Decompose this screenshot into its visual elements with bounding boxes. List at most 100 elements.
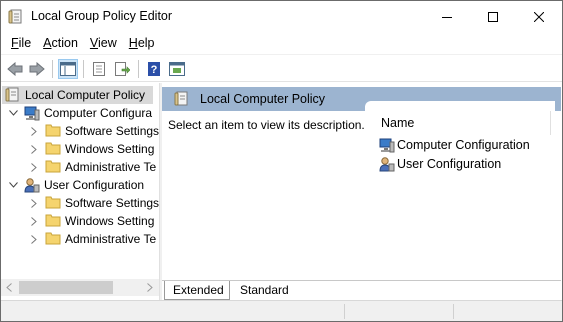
tree-item-computer-windows-settings[interactable]: Windows Setting [29, 140, 154, 158]
policy-document-icon [174, 91, 190, 107]
tree-item-computer-configuration[interactable]: Computer Configura [8, 104, 152, 122]
properties-button[interactable] [89, 59, 109, 79]
minimize-button[interactable] [424, 1, 470, 32]
tree-item-label: Computer Configura [44, 106, 153, 120]
chevron-right-icon[interactable] [29, 126, 39, 136]
folder-icon [45, 141, 61, 157]
folder-icon [45, 213, 61, 229]
column-divider[interactable] [550, 111, 551, 135]
show-hide-console-tree-button[interactable] [58, 59, 78, 79]
computer-icon [24, 105, 40, 121]
user-icon [24, 177, 40, 193]
svg-text:?: ? [151, 64, 158, 76]
back-icon [7, 62, 23, 76]
tree-item-user-configuration[interactable]: User Configuration [8, 176, 144, 194]
tab-extended[interactable]: Extended [164, 281, 230, 300]
menu-file-accel: F [11, 36, 19, 50]
tree-item-label: Software Settings [65, 124, 159, 138]
menu-help-label: elp [137, 36, 155, 50]
folder-icon [45, 159, 61, 175]
tree-item-label: Software Settings [65, 196, 159, 210]
folder-icon [45, 195, 61, 211]
tree-item-computer-software-settings[interactable]: Software Settings [29, 122, 159, 140]
window-title: Local Group Policy Editor [31, 9, 173, 23]
tree-item-user-administrative-templates[interactable]: Administrative Te [29, 230, 156, 248]
tree-item-local-computer-policy[interactable]: Local Computer Policy [2, 86, 153, 104]
details-header-title: Local Computer Policy [200, 92, 326, 106]
user-icon [379, 156, 395, 172]
scroll-right-icon[interactable] [147, 283, 153, 292]
toolbar-separator [83, 60, 84, 78]
tree-item-label: Windows Setting [65, 214, 155, 228]
view-tabs: Extended Standard [162, 280, 561, 300]
menu-help[interactable]: Help [123, 33, 161, 53]
chevron-down-icon[interactable] [8, 108, 18, 118]
menu-view-accel: V [89, 36, 99, 50]
tree-item-label: User Configuration [44, 178, 145, 192]
tree-item-label: Local Computer Policy [25, 88, 146, 102]
help-icon: ? [148, 62, 160, 76]
list-item-label: User Configuration [397, 157, 502, 171]
console-tree[interactable]: Local Computer Policy Computer Configura… [1, 83, 159, 300]
chevron-right-icon[interactable] [29, 144, 39, 154]
chevron-down-icon[interactable] [8, 180, 18, 190]
folder-icon [45, 231, 61, 247]
title-bar[interactable]: Local Group Policy Editor [1, 1, 562, 32]
app-window: Local Group Policy Editor File Action Vi… [0, 0, 563, 322]
menu-action-label: ction [51, 36, 78, 50]
column-header-name[interactable]: Name [381, 116, 414, 130]
chevron-right-icon[interactable] [29, 234, 39, 244]
help-button[interactable]: ? [144, 59, 164, 79]
policy-document-icon [5, 87, 21, 103]
toolbar-separator [52, 60, 53, 78]
description-text: Select an item to view its description. [168, 118, 365, 132]
list-item-user-configuration[interactable]: User Configuration [379, 155, 501, 173]
toolbar: ? [1, 54, 562, 82]
show-hide-action-pane-icon [169, 62, 185, 76]
menu-view[interactable]: View [84, 33, 123, 53]
menu-file-label: ile [18, 36, 32, 50]
tree-item-computer-administrative-templates[interactable]: Administrative Te [29, 158, 156, 176]
export-list-button[interactable] [112, 59, 132, 79]
menu-action[interactable]: Action [37, 33, 84, 53]
status-divider [453, 304, 454, 319]
scroll-left-icon[interactable] [6, 283, 12, 292]
tab-standard[interactable]: Standard [232, 281, 292, 300]
maximize-icon [488, 11, 498, 22]
details-pane: Local Computer Policy Select an item to … [162, 83, 561, 300]
chevron-right-icon[interactable] [29, 216, 39, 226]
menu-action-accel: A [43, 36, 52, 50]
maximize-button[interactable] [470, 1, 516, 32]
menu-bar: File Action View Help [1, 32, 562, 54]
forward-icon [29, 62, 45, 76]
scrollbar-thumb[interactable] [19, 281, 113, 294]
show-hide-action-pane-button[interactable] [167, 59, 187, 79]
policy-editor-icon [8, 9, 24, 25]
tree-item-user-windows-settings[interactable]: Windows Setting [29, 212, 154, 230]
close-icon [534, 11, 544, 22]
back-button[interactable] [5, 59, 25, 79]
list-item-computer-configuration[interactable]: Computer Configuration [379, 136, 530, 154]
chevron-right-icon[interactable] [29, 198, 39, 208]
tree-item-label: Windows Setting [65, 142, 155, 156]
tree-item-label: Administrative Te [65, 232, 157, 246]
close-button[interactable] [516, 1, 562, 32]
tree-item-user-software-settings[interactable]: Software Settings [29, 194, 159, 212]
item-list[interactable]: Name Computer Configuration User Configu… [365, 101, 555, 275]
show-hide-console-tree-icon [60, 62, 76, 76]
menu-help-accel: H [128, 36, 138, 50]
folder-icon [45, 123, 61, 139]
minimize-icon [442, 16, 452, 18]
toolbar-separator [138, 60, 139, 78]
computer-icon [379, 137, 395, 153]
forward-button[interactable] [27, 59, 47, 79]
list-item-label: Computer Configuration [397, 138, 530, 152]
chevron-right-icon[interactable] [29, 162, 39, 172]
menu-view-label: iew [98, 36, 117, 50]
properties-icon [93, 62, 105, 76]
tree-horizontal-scrollbar[interactable] [1, 279, 159, 296]
export-list-icon [115, 62, 130, 76]
status-bar [1, 300, 562, 321]
menu-file[interactable]: File [5, 33, 37, 53]
tree-item-label: Administrative Te [65, 160, 157, 174]
